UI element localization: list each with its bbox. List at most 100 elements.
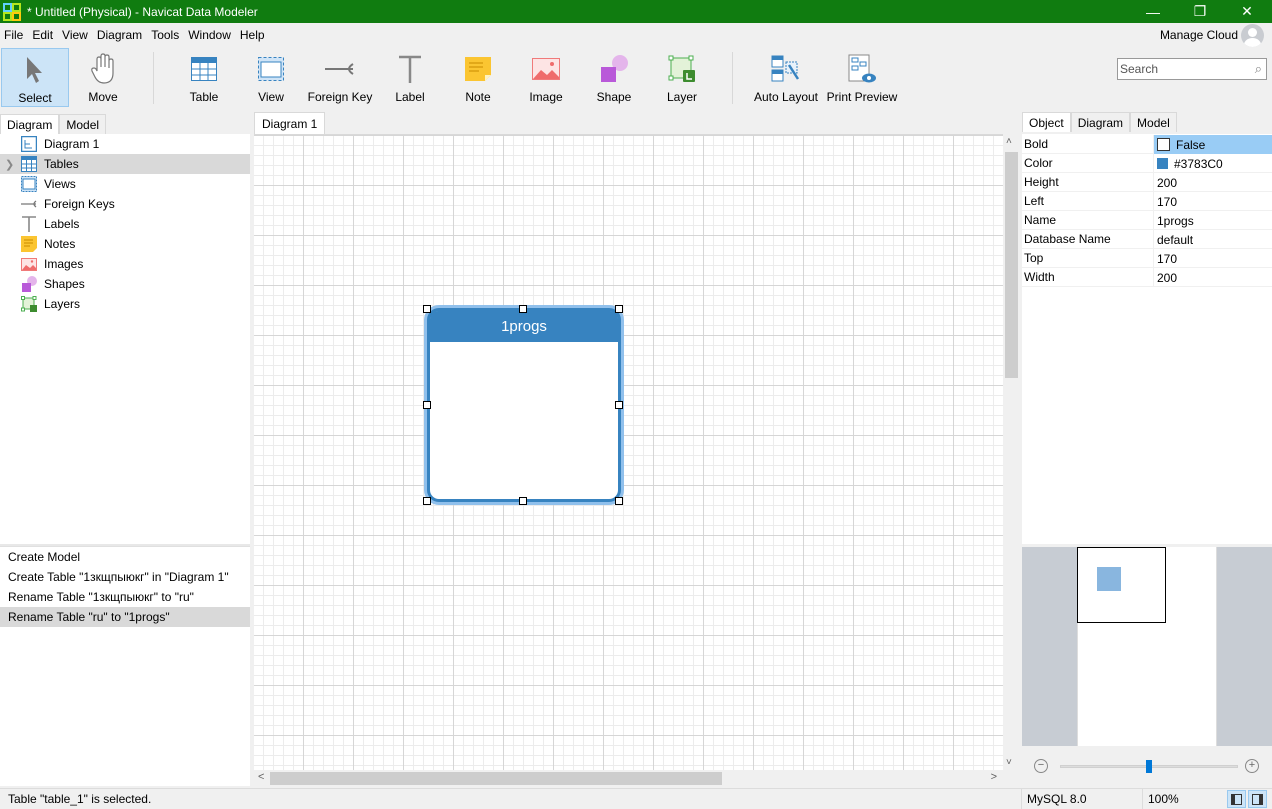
zoom-level: 100% [1142, 789, 1179, 809]
property-bold[interactable]: Bold False [1022, 135, 1272, 154]
resize-handle-top[interactable] [519, 305, 527, 313]
tree-item-foreign-keys[interactable]: Foreign Keys [0, 194, 250, 214]
resize-handle-left[interactable] [423, 401, 431, 409]
resize-handle-bottom-right[interactable] [615, 497, 623, 505]
view-tool-button[interactable]: View [240, 48, 302, 107]
search-input[interactable]: Search ⌕ [1117, 58, 1267, 80]
toggle-left-panel-button[interactable] [1227, 790, 1246, 808]
bold-value[interactable]: False [1153, 135, 1272, 154]
search-icon[interactable]: ⌕ [1255, 61, 1262, 77]
history-item[interactable]: Create Model [0, 547, 250, 567]
property-value: #3783C0 [1174, 156, 1223, 171]
table-tool-button[interactable]: Table [172, 48, 236, 107]
table-header[interactable]: 1progs [430, 311, 618, 342]
select-tool-button[interactable]: Select [1, 48, 69, 107]
move-tool-button[interactable]: Move [71, 48, 135, 107]
bold-checkbox[interactable] [1157, 138, 1170, 151]
zoom-out-button[interactable]: − [1034, 759, 1048, 773]
property-value[interactable]: default [1153, 230, 1272, 249]
manage-cloud-link[interactable]: Manage Cloud [1160, 28, 1238, 42]
auto-layout-button[interactable]: Auto Layout [750, 48, 822, 107]
zoom-slider-handle[interactable] [1146, 760, 1152, 773]
history-item-selected[interactable]: Rename Table "ru" to "1progs" [0, 607, 250, 627]
tree-item-diagram-1[interactable]: Diagram 1 [0, 134, 250, 154]
property-value[interactable]: 170 [1153, 192, 1272, 211]
tab-diagram-1[interactable]: Diagram 1 [254, 112, 326, 134]
history-item[interactable]: Create Table "1зкщпыюкг" in "Diagram 1" [0, 567, 250, 587]
foreign-key-tool-button[interactable]: Foreign Key [305, 48, 375, 107]
menu-window[interactable]: Window [184, 28, 235, 42]
property-database-name[interactable]: Database Name default [1022, 230, 1272, 249]
image-tool-button[interactable]: Image [516, 48, 576, 107]
scroll-down-icon[interactable]: ˅ [1006, 757, 1012, 768]
scroll-right-icon[interactable]: > [991, 771, 997, 783]
property-color[interactable]: Color #3783C0 [1022, 154, 1272, 173]
user-avatar-icon[interactable] [1241, 24, 1264, 47]
resize-handle-right[interactable] [615, 401, 623, 409]
menu-file[interactable]: File [0, 28, 27, 42]
overview-minimap[interactable] [1022, 547, 1272, 746]
shape-icon [601, 55, 628, 82]
history-item[interactable]: Rename Table "1зкщпыюкг" to "ru" [0, 587, 250, 607]
menu-tools[interactable]: Tools [147, 28, 183, 42]
note-tool-button[interactable]: Note [448, 48, 508, 107]
property-top[interactable]: Top 170 [1022, 249, 1272, 268]
color-swatch[interactable] [1157, 158, 1168, 169]
shape-tool-button[interactable]: Shape [584, 48, 644, 107]
print-preview-button[interactable]: Print Preview [825, 48, 899, 107]
diagram-canvas[interactable]: 1progs [254, 134, 1003, 770]
tree-item-views[interactable]: Views [0, 174, 250, 194]
image-label: Image [529, 90, 563, 104]
menu-help[interactable]: Help [236, 28, 269, 42]
property-height[interactable]: Height 200 [1022, 173, 1272, 192]
tab-model[interactable]: Model [59, 114, 107, 134]
scroll-up-icon[interactable]: ˄ [1006, 136, 1012, 147]
property-key: Left [1024, 194, 1045, 208]
toggle-right-panel-button[interactable] [1248, 790, 1267, 808]
zoom-in-button[interactable]: + [1245, 759, 1259, 773]
scroll-left-icon[interactable]: < [258, 771, 264, 783]
layer-tool-button[interactable]: Layer [652, 48, 712, 107]
canvas-horizontal-scrollbar[interactable]: < > [254, 770, 1003, 787]
property-left[interactable]: Left 170 [1022, 192, 1272, 211]
menu-view[interactable]: View [58, 28, 92, 42]
property-value[interactable]: 1progs [1153, 211, 1272, 230]
expand-chevron-icon[interactable]: ❯ [5, 158, 14, 171]
image-icon [532, 58, 560, 80]
menu-diagram[interactable]: Diagram [93, 28, 146, 42]
property-value[interactable]: 200 [1153, 268, 1272, 287]
tree-item-tables[interactable]: ❯ Tables [0, 154, 250, 174]
tree-item-layers[interactable]: Layers [0, 294, 250, 314]
tree-item-notes[interactable]: Notes [0, 234, 250, 254]
tree-label: Layers [44, 297, 81, 311]
resize-handle-bottom-left[interactable] [423, 497, 431, 505]
canvas-vertical-scrollbar[interactable]: ˄ ˅ [1003, 134, 1020, 770]
label-tool-button[interactable]: Label [380, 48, 440, 107]
tree-item-labels[interactable]: Labels [0, 214, 250, 234]
menu-edit[interactable]: Edit [28, 28, 57, 42]
minimize-button[interactable]: — [1130, 0, 1176, 23]
tab-diagram-props[interactable]: Diagram [1070, 112, 1131, 132]
resize-handle-bottom[interactable] [519, 497, 527, 505]
property-value[interactable]: 170 [1153, 249, 1272, 268]
tree-label: Tables [44, 157, 79, 171]
horizontal-scroll-thumb[interactable] [270, 772, 722, 785]
tab-object[interactable]: Object [1022, 112, 1071, 132]
color-value[interactable]: #3783C0 [1153, 154, 1272, 173]
tree-item-shapes[interactable]: Shapes [0, 274, 250, 294]
close-button[interactable]: ✕ [1224, 0, 1270, 23]
resize-handle-top-left[interactable] [423, 305, 431, 313]
tab-model-props[interactable]: Model [1130, 112, 1177, 132]
table-entity-1progs[interactable]: 1progs [427, 308, 621, 502]
property-value[interactable]: 200 [1153, 173, 1272, 192]
tab-diagram[interactable]: Diagram [0, 114, 60, 134]
database-type: MySQL 8.0 [1021, 789, 1087, 809]
property-width[interactable]: Width 200 [1022, 268, 1272, 287]
note-icon [21, 236, 37, 252]
tree-item-images[interactable]: Images [0, 254, 250, 274]
resize-handle-top-right[interactable] [615, 305, 623, 313]
property-name[interactable]: Name 1progs [1022, 211, 1272, 230]
maximize-button[interactable]: ❐ [1177, 0, 1223, 23]
minimap-viewport[interactable] [1077, 547, 1166, 623]
vertical-scroll-thumb[interactable] [1005, 152, 1018, 378]
